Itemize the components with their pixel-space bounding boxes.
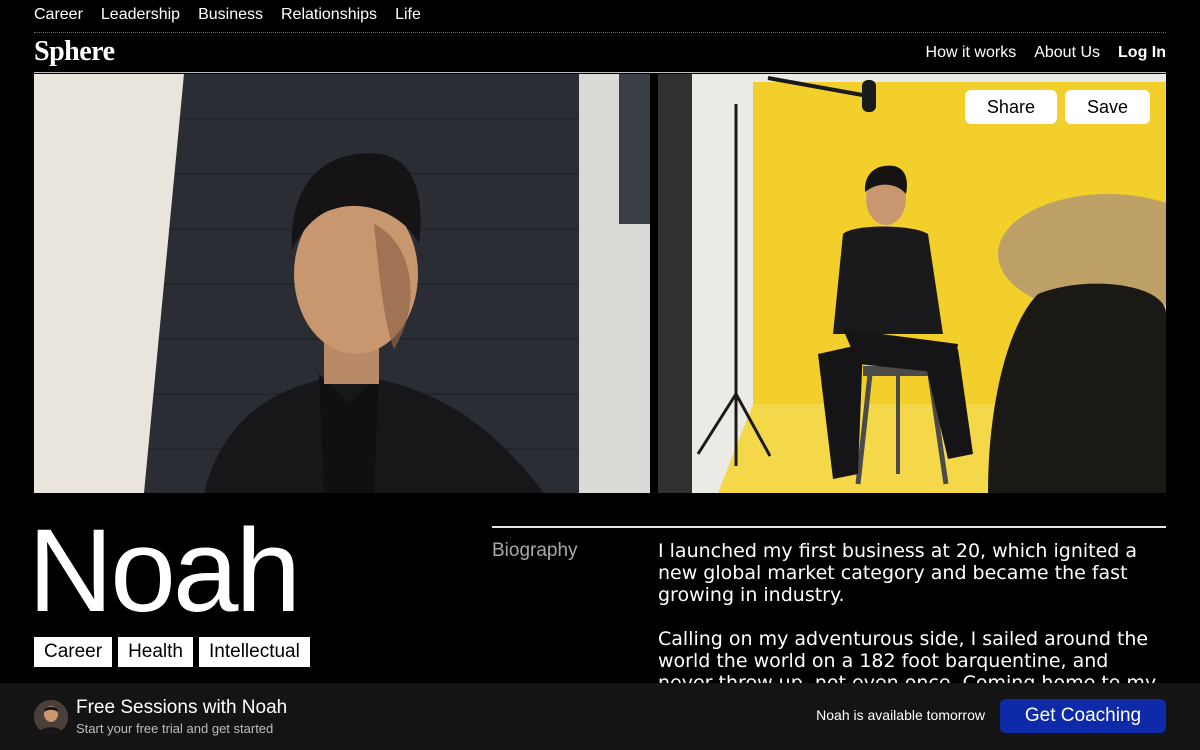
biography-label: Biography — [492, 540, 578, 561]
nav-leadership[interactable]: Leadership — [101, 6, 180, 24]
sessions-subtitle: Start your free trial and get started — [76, 721, 274, 736]
nav-relationships[interactable]: Relationships — [281, 6, 377, 24]
portrait-photo — [34, 74, 650, 493]
biography-divider — [492, 526, 1166, 528]
top-divider — [34, 32, 1166, 33]
nav-how-it-works[interactable]: How it works — [926, 44, 1017, 62]
get-coaching-button[interactable]: Get Coaching — [1000, 699, 1166, 733]
biography-paragraph: I launched my first business at 20, whic… — [658, 540, 1138, 606]
brand-logo[interactable]: Sphere — [34, 36, 115, 68]
booking-bar: Free Sessions with Noah Start your free … — [0, 683, 1200, 750]
header-nav: How it works About Us Log In — [926, 44, 1166, 62]
nav-business[interactable]: Business — [198, 6, 263, 24]
save-button[interactable]: Save — [1064, 90, 1150, 124]
login-link[interactable]: Log In — [1118, 44, 1166, 62]
header-divider — [34, 72, 1166, 73]
photo-actions: Share Save — [964, 90, 1150, 124]
category-nav: Career Leadership Business Relationships… — [34, 6, 421, 24]
share-button[interactable]: Share — [964, 90, 1057, 124]
availability-text: Noah is available tomorrow — [816, 707, 985, 723]
tag-intellectual[interactable]: Intellectual — [199, 637, 310, 667]
sessions-title: Free Sessions with Noah — [76, 697, 288, 718]
profile-tags: Career Health Intellectual — [34, 637, 310, 667]
tag-career[interactable]: Career — [34, 637, 113, 667]
nav-career[interactable]: Career — [34, 6, 83, 24]
tag-health[interactable]: Health — [118, 637, 193, 667]
nav-life[interactable]: Life — [395, 6, 421, 24]
profile-name: Noah — [28, 505, 301, 637]
avatar — [34, 700, 68, 734]
nav-about-us[interactable]: About Us — [1034, 44, 1100, 62]
studio-photo — [658, 74, 1166, 493]
